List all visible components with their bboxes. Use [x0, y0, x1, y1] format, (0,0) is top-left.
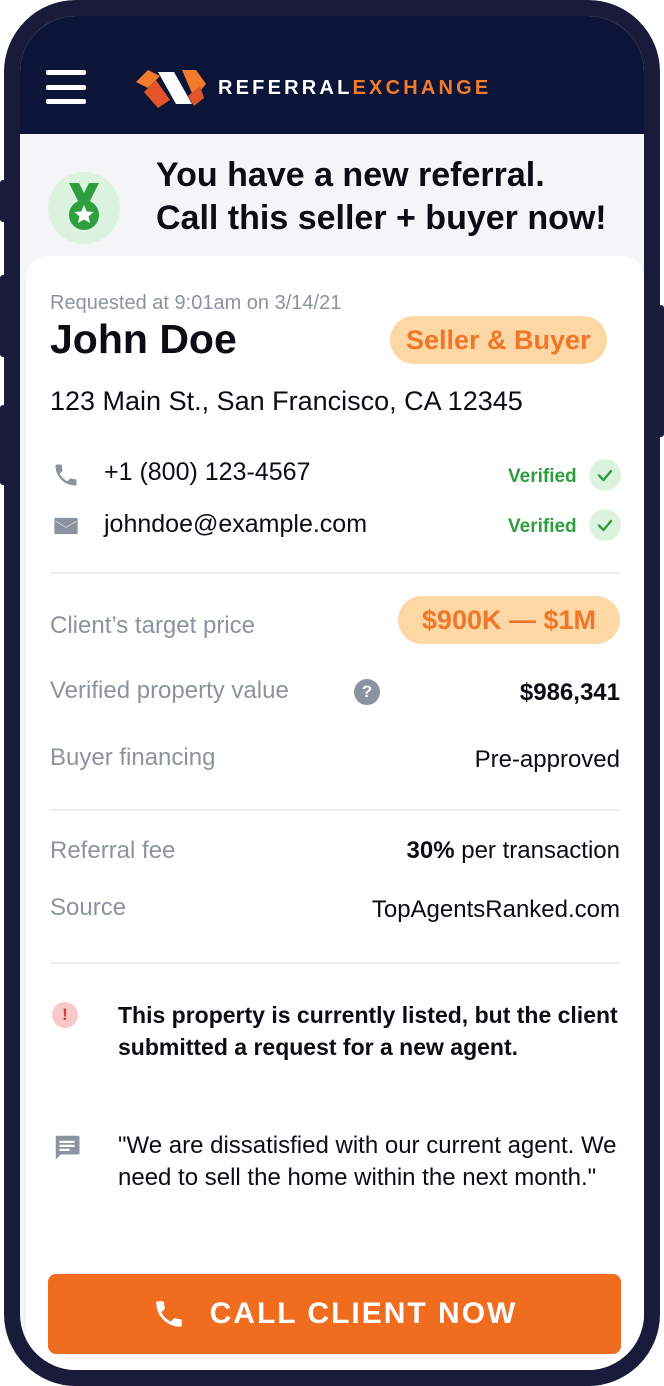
- client-phone[interactable]: +1 (800) 123-4567: [104, 458, 310, 487]
- phone-icon: [155, 1301, 182, 1327]
- referral-card: Requested at 9:01am on 3/14/21 John Doe …: [26, 256, 644, 1370]
- comment-icon: [55, 1135, 80, 1160]
- client-name: John Doe: [50, 316, 237, 362]
- section-divider: [50, 572, 620, 574]
- referral-fee-percent: 30%: [406, 837, 455, 864]
- referral-fee-value: 30% per transaction: [407, 837, 620, 865]
- email-verified-check-icon: [589, 509, 621, 541]
- property-value: $986,341: [519, 679, 620, 706]
- client-address: 123 Main St., San Francisco, CA 12345: [50, 386, 523, 416]
- call-button-label: CALL CLIENT NOW: [209, 1297, 518, 1330]
- financing-label: Buyer financing: [50, 744, 216, 771]
- email-verified-label: Verified: [508, 516, 577, 537]
- source-value: TopAgentsRanked.com: [371, 896, 620, 923]
- phone-verified-check-icon: [589, 459, 621, 491]
- alert-icon: !: [52, 1002, 78, 1028]
- notice-line-2: Call this seller + buyer now!: [156, 199, 607, 237]
- brand-logo[interactable]: REFERRALEXCHANGE: [136, 68, 491, 108]
- notice-heading: You have a new referral. Call this selle…: [156, 154, 607, 240]
- financing-value: Pre-approved: [474, 746, 620, 773]
- client-type-badge: Seller & Buyer: [390, 316, 607, 364]
- call-client-button[interactable]: CALL CLIENT NOW: [48, 1274, 621, 1354]
- brand-name-part2: EXCHANGE: [352, 76, 492, 99]
- notice-line-1: You have a new referral.: [156, 156, 545, 194]
- medal-icon: [48, 172, 120, 244]
- section-divider: [50, 962, 620, 964]
- brand-name-part1: REFERRAL: [218, 76, 353, 99]
- phone-icon: [55, 464, 77, 486]
- client-email[interactable]: johndoe@example.com: [104, 510, 367, 539]
- phone-frame: REFERRALEXCHANGE You have a new referral…: [4, 0, 660, 1386]
- listed-warning: This property is currently listed, but t…: [118, 1002, 618, 1060]
- top-nav-bar: REFERRALEXCHANGE: [20, 16, 644, 134]
- referral-fee-suffix: per transaction: [461, 837, 620, 864]
- help-icon[interactable]: ?: [354, 679, 380, 705]
- target-price-label: Client’s target price: [50, 612, 255, 639]
- new-referral-notice: You have a new referral. Call this selle…: [20, 134, 644, 274]
- requested-timestamp: Requested at 9:01am on 3/14/21: [50, 292, 342, 314]
- client-comment: "We are dissatisfied with our current ag…: [118, 1132, 617, 1191]
- property-value-label: Verified property value: [50, 677, 289, 704]
- hamburger-menu-icon[interactable]: [46, 70, 86, 104]
- section-divider: [50, 809, 620, 811]
- source-label: Source: [50, 894, 127, 921]
- referral-exchange-logo-icon: [136, 70, 206, 108]
- brand-name: REFERRALEXCHANGE: [218, 77, 491, 100]
- email-icon: [54, 517, 78, 535]
- phone-verified-label: Verified: [508, 466, 577, 487]
- referral-fee-label: Referral fee: [50, 837, 176, 864]
- target-price-badge: $900K — $1M: [397, 596, 620, 644]
